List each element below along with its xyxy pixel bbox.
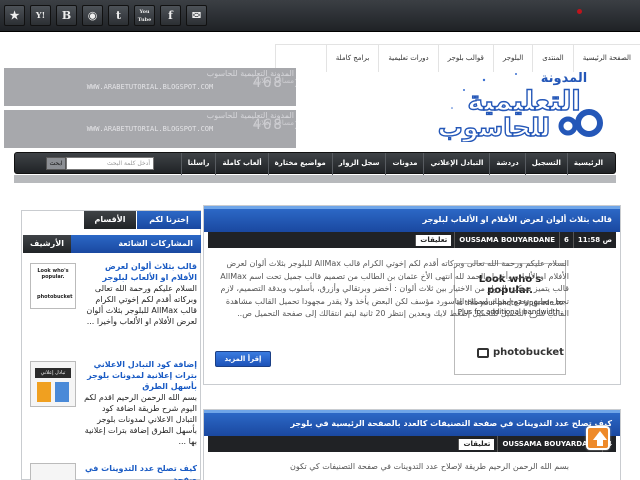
top-social-bar: ★ Y! B ◉ t You Tube f ✉ [0,0,640,32]
popular-post-item: قالب بثلاث ألوان لعرض الأفلام او الألعاب… [27,261,197,327]
nav-items: الرئيسية التسجيل دردشة التبادل الإعلاني … [180,153,609,175]
popular-post-link[interactable]: إضافة كود التبادل الاعلاني بترات إعلانية… [79,359,197,392]
site-logo[interactable]: المدونة التعليمية للحاسوب [424,68,614,142]
post-comments-link[interactable]: تعليقات [458,438,495,450]
post-excerpt: بسم الله الرحمن الرحيم طريقة لإصلاح عدد … [290,462,569,471]
post-author[interactable]: OUSSAMA BOUYARDANE [454,232,559,248]
yahoo-icon[interactable]: Y! [30,5,51,26]
post-meta: 11:58 ص 6 OUSSAMA BOUYARDANE تعليقات [208,232,616,248]
post-meta: 4 OUSSAMA BOUYARDANE تعليقات [208,436,616,452]
nav-home[interactable]: الرئيسية [566,153,609,175]
search-input[interactable]: أدخل كلمة البحث [66,157,154,170]
notification-dot [577,9,582,14]
youtube-icon[interactable]: You Tube [134,5,155,26]
logo-line1: المدونة [541,71,587,86]
popular-post-link[interactable]: قالب بثلاث ألوان لعرض الأفلام او الألعاب… [79,261,198,283]
popular-posts-title: المشاركات الشائعة [118,239,193,248]
ad-label: مساحة اعلانية [253,119,294,127]
post-comment-count: 6 [558,232,573,248]
rss-icon[interactable]: ◉ [82,5,103,26]
post-comments-link[interactable]: تعليقات [415,234,452,246]
post-title[interactable]: قالب بثلاث ألوان لعرض الأفلام او الألعاب… [204,206,620,232]
blogger-icon[interactable]: B [56,5,77,26]
popular-post-excerpt: السلام عليكم ورحمة الله تعالى وبركاته أق… [86,284,197,326]
main-content: قالب بثلاث ألوان لعرض الأفلام او الألعاب… [203,200,621,480]
post-time: 11:58 ص [572,232,616,248]
search-button[interactable]: ابحث [46,157,66,170]
nav-contact[interactable]: راسلنا [180,153,216,175]
ad-label: مساحة اعلانية [253,77,294,85]
post-card: كيف تصلح عدد التدوينات في صفحة التصنيفات… [203,409,621,480]
scroll-top-icon[interactable] [586,426,610,450]
ad-banner-2[interactable]: المدونة التعليمية للحاسوب WWW.ARABETUTOR… [4,110,296,148]
tab-categories[interactable]: الأقسام [84,211,136,229]
star-icon[interactable]: ★ [4,5,25,26]
post-excerpt: السلام عليكم ورحمة الله تعالى وبركاته أق… [220,259,569,318]
mail-icon[interactable]: ✉ [186,5,207,26]
popular-post-excerpt: بسم الله الرحمن الرحيم اقدم لكم اليوم شر… [84,393,197,446]
thumbnail-brand: photobucket [493,347,564,358]
nav-full-games[interactable]: ألعاب كاملة [215,153,267,175]
post-title[interactable]: كيف تصلح عدد التدوينات في صفحة التصنيفات… [204,410,620,436]
tab-archive[interactable]: الأرشيف [23,235,71,253]
popular-post-item: كيف تصلح عدد التدوينات في صفحة [27,463,197,480]
nav-register[interactable]: التسجيل [524,153,567,175]
toplink-programs[interactable]: برامج كاملة [325,45,379,72]
twitter-icon[interactable]: t [108,5,129,26]
nav-ad-exchange[interactable]: التبادل الإعلاني [423,153,489,175]
logo-line3: للحاسوب [438,113,550,142]
facebook-icon[interactable]: f [160,5,181,26]
sidebar: إخترنا لكم الأقسام المشاركات الشائعة الأ… [21,210,201,480]
tab-picked-for-you[interactable]: إخترنا لكم [137,211,201,229]
read-more-button[interactable]: إقرأ المزيد [215,351,271,367]
camera-icon [477,348,489,358]
nav-blogs[interactable]: مدونات [385,153,423,175]
nav-guestbook[interactable]: سجل الزوار [331,153,386,175]
popular-post-item: إضافة كود التبادل الاعلاني بترات إعلانية… [27,359,197,447]
nav-selected-topics[interactable]: مواضيع مختارة [267,153,332,175]
ad-banner-1[interactable]: المدونة التعليمية للحاسوب WWW.ARABETUTOR… [4,68,296,106]
post-card: قالب بثلاث ألوان لعرض الأفلام او الألعاب… [203,205,621,385]
main-nav: الرئيسية التسجيل دردشة التبادل الإعلاني … [14,152,616,175]
popular-post-link[interactable]: كيف تصلح عدد التدوينات في صفحة [79,463,197,480]
nav-shadow-strip [14,175,616,183]
nav-chat[interactable]: دردشة [489,153,524,175]
